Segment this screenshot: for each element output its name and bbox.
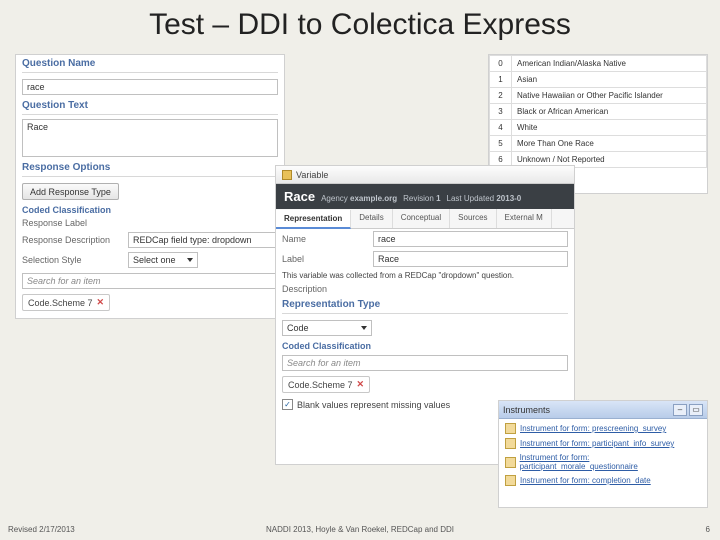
tab-sources[interactable]: Sources [450,209,496,228]
tab-conceptual[interactable]: Conceptual [393,209,450,228]
selection-style-select[interactable]: Select one [128,252,198,268]
section-question-text: Question Text [16,97,284,112]
footer-page-number: 6 [706,525,710,534]
tab-bar: Representation Details Conceptual Source… [276,209,574,229]
instrument-icon [505,475,516,486]
maximize-icon[interactable]: ▭ [689,404,703,416]
instrument-icon [505,423,516,434]
close-icon[interactable]: ✕ [357,379,365,390]
tab-external[interactable]: External M [497,209,552,228]
codescheme-tag-a[interactable]: Code.Scheme 7✕ [22,294,110,311]
slide-title: Test – DDI to Colectica Express [0,0,720,48]
question-editor-panel: Question Name race Question Text Race Re… [15,54,285,319]
section-coded-classification-a: Coded Classification [16,202,284,216]
instruments-panel: Instruments – ▭ Instrument for form: pre… [498,400,708,508]
table-row: 1Asian [490,72,707,88]
table-row: 2Native Hawaiian or Other Pacific Island… [490,88,707,104]
blank-missing-checkbox[interactable]: ✓ [282,399,293,410]
name-label: Name [282,234,367,244]
section-coded-classification-c: Coded Classification [276,338,574,352]
list-item[interactable]: Instrument for form: participant_morale_… [501,451,705,473]
add-response-type-button[interactable]: Add Response Type [22,183,119,200]
table-row: 0American Indian/Alaska Native [490,56,707,72]
section-rep-type: Representation Type [276,296,574,311]
description-label: Description [282,284,367,294]
rep-type-select[interactable]: Code [282,320,372,336]
table-row: 3Black or African American [490,104,707,120]
selection-style-label: Selection Style [22,255,122,265]
question-name-input[interactable]: race [22,79,278,95]
chevron-down-icon [361,326,367,330]
code-table: 0American Indian/Alaska Native 1Asian 2N… [489,55,707,168]
list-item[interactable]: Instrument for form: participant_info_su… [501,436,705,451]
description-hint: This variable was collected from a REDCa… [276,269,574,282]
variable-name-input[interactable]: race [373,231,568,247]
close-icon[interactable]: ✕ [97,297,105,308]
tab-representation[interactable]: Representation [276,210,351,229]
blank-missing-label: Blank values represent missing values [297,400,450,410]
response-description-label: Response Description [22,235,122,245]
table-row: 5More Than One Race [490,136,707,152]
question-text-input[interactable]: Race [22,119,278,157]
variable-icon [282,170,292,180]
variable-title: Race [284,189,315,204]
search-input-c[interactable]: Search for an item [282,355,568,371]
footer-citation: NADDI 2013, Hoyle & Van Roekel, REDCap a… [266,525,454,534]
instruments-titlebar: Instruments – ▭ [499,401,707,419]
table-row: 4White [490,120,707,136]
response-description-input[interactable]: REDCap field type: dropdown [128,232,278,248]
variable-titlebar: Variable [276,166,574,184]
instrument-icon [505,438,516,449]
list-item[interactable]: Instrument for form: completion_date [501,473,705,488]
section-question-name: Question Name [16,55,284,70]
response-label-field: Response Label [16,216,284,230]
variable-label-input[interactable]: Race [373,251,568,267]
chevron-down-icon [187,258,193,262]
minimize-icon[interactable]: – [673,404,687,416]
instrument-icon [505,457,516,468]
label-label: Label [282,254,367,264]
search-input-a[interactable]: Search for an item [22,273,278,289]
variable-header: Race Agency example.org Revision 1 Last … [276,184,574,209]
codescheme-tag-c[interactable]: Code.Scheme 7✕ [282,376,370,393]
tab-details[interactable]: Details [351,209,392,228]
list-item[interactable]: Instrument for form: prescreening_survey [501,421,705,436]
section-response-options: Response Options [16,159,284,174]
footer-revised: Revised 2/17/2013 [8,525,75,534]
